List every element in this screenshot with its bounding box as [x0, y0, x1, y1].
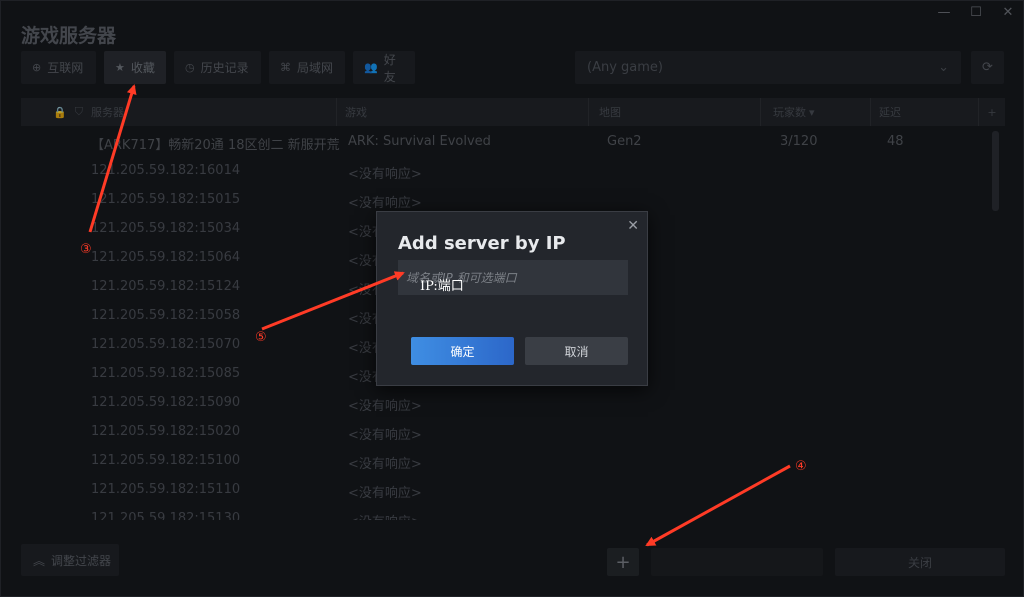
arrow-to-add-button [645, 464, 791, 547]
arrow-to-favorites [88, 84, 137, 233]
annotation-marker-3: ③ [80, 242, 92, 257]
annotation-marker-4: ④ [795, 459, 807, 474]
arrow-to-address-input [261, 271, 405, 331]
annotation-arrows [88, 84, 791, 547]
annotation-marker-5: ⑤ [255, 330, 267, 345]
